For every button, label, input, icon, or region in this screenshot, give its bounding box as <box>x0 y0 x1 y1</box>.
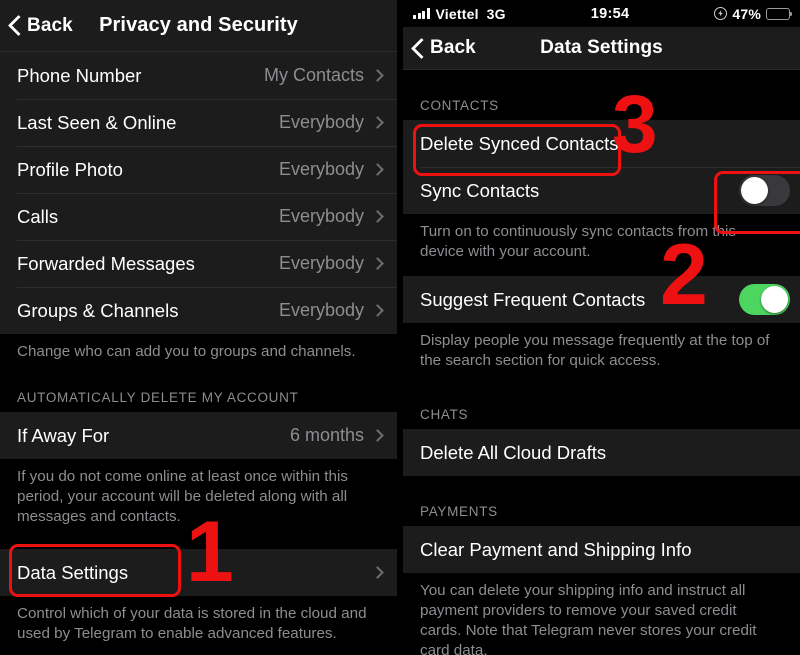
back-button-label: Back <box>430 37 476 58</box>
status-bar-right: 47% <box>714 5 793 22</box>
row-label: Data Settings <box>17 561 129 583</box>
contacts-group: Delete Synced Contacts Sync Contacts <box>403 120 800 214</box>
section-header-contacts: CONTACTS <box>420 98 499 113</box>
row-label: Last Seen & Online <box>17 111 177 133</box>
chevron-right-icon <box>371 304 384 317</box>
row-profile-photo[interactable]: Profile Photo Everybody <box>0 146 397 193</box>
chevron-left-icon <box>412 39 423 58</box>
suggest-frequent-group: Suggest Frequent Contacts <box>403 276 800 323</box>
chevron-right-icon <box>371 429 384 442</box>
payments-footnote: You can delete your shipping info and in… <box>403 573 800 655</box>
right-nav-bar: Back Data Settings <box>403 27 800 70</box>
row-calls[interactable]: Calls Everybody <box>0 193 397 240</box>
row-delete-all-cloud-drafts[interactable]: Delete All Cloud Drafts <box>403 429 800 476</box>
row-groups-and-channels[interactable]: Groups & Channels Everybody <box>0 287 397 334</box>
row-value: Everybody <box>278 159 364 179</box>
row-value: My Contacts <box>263 65 364 85</box>
auto-delete-footnote: If you do not come online at least once … <box>0 459 397 527</box>
chevron-right-icon <box>371 163 384 176</box>
row-label: Groups & Channels <box>17 299 179 321</box>
section-header-payments: PAYMENTS <box>420 504 498 519</box>
row-label: If Away For <box>17 424 110 446</box>
suggest-frequent-footnote: Display people you message frequently at… <box>403 323 800 385</box>
privacy-settings-group: Phone Number My Contacts Last Seen & Onl… <box>0 52 397 334</box>
privacy-footnote: Change who can add you to groups and cha… <box>0 334 397 362</box>
data-settings-group: Data Settings <box>0 549 397 596</box>
status-bar-left: Viettel 3G <box>413 6 506 22</box>
low-power-mode-icon <box>714 7 728 20</box>
row-last-seen-online[interactable]: Last Seen & Online Everybody <box>0 99 397 146</box>
row-phone-number[interactable]: Phone Number My Contacts <box>0 52 397 99</box>
toggle-knob <box>761 286 788 313</box>
row-label: Delete All Cloud Drafts <box>420 441 607 463</box>
suggest-frequent-contacts-toggle[interactable] <box>739 284 790 315</box>
row-label: Sync Contacts <box>420 179 540 201</box>
chevron-left-icon <box>9 16 20 35</box>
sync-contacts-toggle[interactable] <box>739 175 790 206</box>
row-data-settings[interactable]: Data Settings <box>0 549 397 596</box>
row-label: Profile Photo <box>17 158 123 180</box>
section-header-auto-delete: AUTOMATICALLY DELETE MY ACCOUNT <box>17 390 299 405</box>
left-nav-bar: Back Privacy and Security <box>0 0 397 52</box>
row-label: Delete Synced Contacts <box>420 132 619 154</box>
row-value: Everybody <box>278 206 364 226</box>
battery-percent-label: 47% <box>732 5 761 22</box>
chevron-right-icon <box>371 69 384 82</box>
row-value: Everybody <box>278 112 364 132</box>
chevron-right-icon <box>371 566 384 579</box>
row-delete-synced-contacts[interactable]: Delete Synced Contacts <box>403 120 800 167</box>
chevron-right-icon <box>371 210 384 223</box>
row-label: Suggest Frequent Contacts <box>420 288 646 310</box>
chats-group: Delete All Cloud Drafts <box>403 429 800 476</box>
data-settings-screen: Viettel 3G 19:54 47% Back Data Settings … <box>403 0 800 655</box>
back-button-label: Back <box>27 14 73 36</box>
row-clear-payment-and-shipping-info[interactable]: Clear Payment and Shipping Info <box>403 526 800 573</box>
chevron-right-icon <box>371 116 384 129</box>
privacy-and-security-screen: Back Privacy and Security Phone Number M… <box>0 0 397 655</box>
row-if-away-for[interactable]: If Away For 6 months <box>0 412 397 459</box>
status-bar: Viettel 3G 19:54 47% <box>403 0 800 27</box>
chevron-right-icon <box>371 257 384 270</box>
row-value: Everybody <box>278 253 364 273</box>
row-label: Clear Payment and Shipping Info <box>420 538 692 560</box>
row-forwarded-messages[interactable]: Forwarded Messages Everybody <box>0 240 397 287</box>
row-suggest-frequent-contacts[interactable]: Suggest Frequent Contacts <box>403 276 800 323</box>
payments-group: Clear Payment and Shipping Info <box>403 526 800 573</box>
row-value: 6 months <box>289 425 364 445</box>
row-value: Everybody <box>278 300 364 320</box>
auto-delete-group: If Away For 6 months <box>0 412 397 459</box>
battery-icon <box>766 7 793 20</box>
network-type: 3G <box>486 5 506 22</box>
toggle-knob <box>741 177 768 204</box>
row-label: Forwarded Messages <box>17 252 195 274</box>
carrier-name: Viettel <box>435 5 479 22</box>
status-bar-clock: 19:54 <box>590 5 630 22</box>
row-label: Phone Number <box>17 64 142 86</box>
screenshot-root: Back Privacy and Security Phone Number M… <box>0 0 800 655</box>
row-label: Calls <box>17 205 59 227</box>
sync-contacts-footnote: Turn on to continuously sync contacts fr… <box>403 214 800 276</box>
section-header-chats: CHATS <box>420 407 469 422</box>
back-button[interactable]: Back <box>403 37 476 59</box>
row-sync-contacts[interactable]: Sync Contacts <box>403 167 800 214</box>
data-settings-footnote: Control which of your data is stored in … <box>0 596 397 644</box>
back-button[interactable]: Back <box>0 15 73 37</box>
signal-bars-icon <box>413 8 430 19</box>
